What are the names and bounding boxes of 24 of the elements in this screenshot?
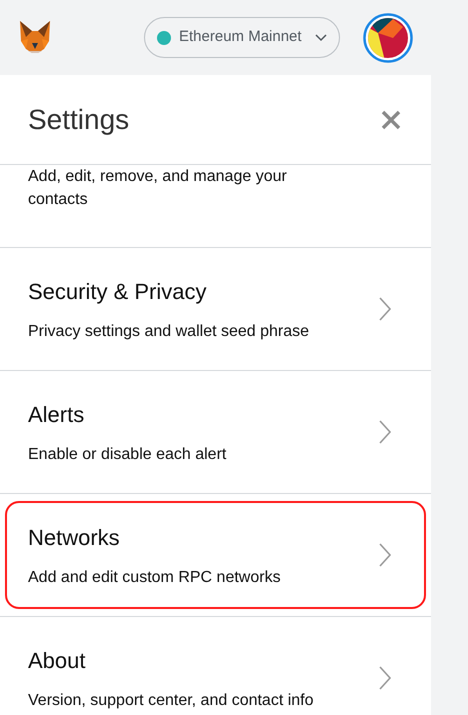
chevron-right-icon [378, 419, 392, 445]
chevron-right-icon [378, 542, 392, 568]
item-description: Version, support center, and contact info [28, 691, 315, 711]
network-selector[interactable]: Ethereum Mainnet [144, 17, 340, 58]
account-avatar-icon[interactable] [363, 12, 413, 62]
close-icon[interactable] [381, 110, 401, 130]
settings-menu-item[interactable]: Security & Privacy Privacy settings and wallet seed phrase [5, 255, 426, 363]
item-description: Add and edit custom RPC networks [28, 568, 282, 588]
item-description: Privacy settings and wallet seed phrase [28, 322, 310, 342]
chevron-right-icon [378, 665, 392, 691]
network-name: Ethereum Mainnet [179, 27, 302, 48]
item-title: Alerts [28, 401, 86, 429]
settings-menu-item[interactable]: About Version, support center, and contact info [5, 624, 426, 715]
item-title: Networks [28, 524, 121, 552]
item-description: Enable or disable each alert [28, 445, 228, 465]
item-description: Add, edit, remove, and manage your contacts [28, 167, 288, 210]
item-title: About [28, 647, 86, 675]
settings-menu-item[interactable]: Networks Add and edit custom RPC networks [5, 501, 426, 609]
settings-menu-item[interactable]: Alerts Enable or disable each alert [5, 378, 426, 486]
chevron-right-icon [378, 296, 392, 322]
settings-menu-item[interactable]: Add, edit, remove, and manage your contacts [0, 165, 431, 247]
dropdown-caret-icon [315, 34, 327, 42]
settings-title: Settings [28, 102, 130, 137]
item-title: Security & Privacy [28, 278, 208, 306]
